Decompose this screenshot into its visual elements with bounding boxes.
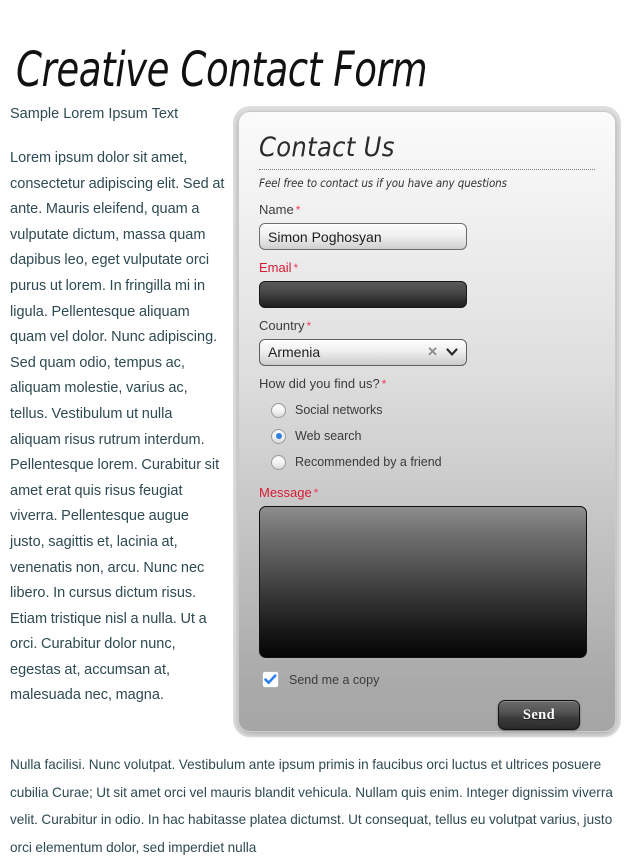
radio-icon[interactable] xyxy=(271,454,286,470)
find-us-label-text: How did you find us? xyxy=(259,376,380,391)
message-label-text: Message xyxy=(259,485,312,500)
form-divider xyxy=(259,169,595,170)
radio-option-web-search[interactable]: Web search xyxy=(259,423,595,449)
chevron-down-icon[interactable] xyxy=(446,345,458,357)
form-subtitle: Feel free to contact us if you have any … xyxy=(259,176,507,190)
required-star-icon: * xyxy=(306,319,312,333)
bottom-paragraph: Nulla facilisi. Nunc volutpat. Vestibulu… xyxy=(10,757,613,855)
name-label: Name * xyxy=(259,201,595,219)
email-label: Email * xyxy=(259,259,595,277)
send-copy-row[interactable]: Send me a copy xyxy=(259,671,595,688)
field-country: Country * Armenia ✕ xyxy=(259,317,595,366)
find-us-label: How did you find us? * xyxy=(259,375,595,393)
left-column-heading: Sample Lorem Ipsum Text xyxy=(10,106,179,122)
radio-icon-selected[interactable] xyxy=(271,428,286,444)
country-select[interactable]: Armenia ✕ xyxy=(259,339,467,366)
form-heading: Contact Us xyxy=(259,132,395,163)
country-label: Country * xyxy=(259,317,595,335)
required-star-icon: * xyxy=(381,377,387,391)
find-us-radio-group: Social networks Web search Recommended b… xyxy=(259,397,595,475)
checkbox-icon-checked[interactable] xyxy=(262,671,279,688)
message-textarea[interactable] xyxy=(259,506,587,658)
left-text-column: Sample Lorem Ipsum Text Lorem ipsum dolo… xyxy=(10,103,225,709)
required-star-icon: * xyxy=(313,486,319,500)
radio-icon[interactable] xyxy=(271,402,286,418)
name-label-text: Name xyxy=(259,202,294,217)
radio-option-recommended-by-a-friend[interactable]: Recommended by a friend xyxy=(259,449,595,475)
submit-row: Send xyxy=(259,700,595,730)
send-copy-label: Send me a copy xyxy=(289,672,380,687)
page-title: Creative Contact Form xyxy=(16,42,428,99)
send-button[interactable]: Send xyxy=(498,700,580,730)
left-column-body: Lorem ipsum dolor sit amet, consectetur … xyxy=(10,150,225,704)
email-input[interactable] xyxy=(259,281,467,308)
field-name: Name * xyxy=(259,201,595,250)
radio-option-label: Recommended by a friend xyxy=(295,455,442,469)
required-star-icon: * xyxy=(293,261,299,275)
required-star-icon: * xyxy=(295,203,301,217)
field-email: Email * xyxy=(259,259,595,308)
name-input[interactable] xyxy=(259,223,467,250)
field-message: Message * xyxy=(259,484,595,658)
contact-form-panel: Contact Us Feel free to contact us if yo… xyxy=(238,111,616,732)
email-label-text: Email xyxy=(259,260,292,275)
radio-option-label: Web search xyxy=(295,429,362,443)
country-label-text: Country xyxy=(259,318,305,333)
field-find-us: How did you find us? * Social networks We… xyxy=(259,375,595,475)
clear-x-icon[interactable]: ✕ xyxy=(427,344,438,360)
radio-option-label: Social networks xyxy=(295,403,383,417)
radio-option-social-networks[interactable]: Social networks xyxy=(259,397,595,423)
message-label: Message * xyxy=(259,484,595,502)
